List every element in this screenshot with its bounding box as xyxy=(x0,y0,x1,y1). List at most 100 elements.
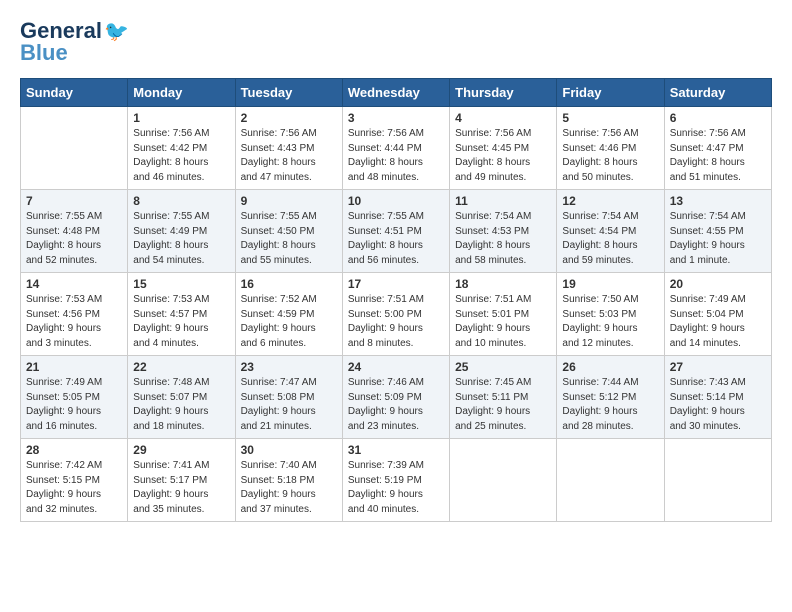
calendar-cell: 8Sunrise: 7:55 AM Sunset: 4:49 PM Daylig… xyxy=(128,190,235,273)
day-info: Sunrise: 7:44 AM Sunset: 5:12 PM Dayligh… xyxy=(562,376,658,434)
day-number: 18 xyxy=(455,277,551,291)
day-info: Sunrise: 7:50 AM Sunset: 5:03 PM Dayligh… xyxy=(562,293,658,351)
day-number: 11 xyxy=(455,194,551,208)
day-info: Sunrise: 7:56 AM Sunset: 4:46 PM Dayligh… xyxy=(562,127,658,185)
column-header-saturday: Saturday xyxy=(664,79,771,107)
day-info: Sunrise: 7:52 AM Sunset: 4:59 PM Dayligh… xyxy=(241,293,337,351)
column-header-tuesday: Tuesday xyxy=(235,79,342,107)
calendar-cell: 12 Sunrise: 7:54 AM Sunset: 4:54 PM Dayli… xyxy=(557,190,664,273)
day-number: 2 xyxy=(241,111,337,125)
column-header-wednesday: Wednesday xyxy=(342,79,449,107)
calendar-cell: 10 Sunrise: 7:55 AM Sunset: 4:51 PM Dayli… xyxy=(342,190,449,273)
day-number: 10 xyxy=(348,194,444,208)
day-info: Sunrise: 7:54 AM Sunset: 4:55 PM Dayligh… xyxy=(670,210,766,268)
day-info: Sunrise: 7:39 AM Sunset: 5:19 PM Dayligh… xyxy=(348,459,444,517)
calendar-cell: 4 Sunrise: 7:56 AM Sunset: 4:45 PM Daylig… xyxy=(450,107,557,190)
day-number: 1 xyxy=(133,111,229,125)
day-info: Sunrise: 7:51 AM Sunset: 5:01 PM Dayligh… xyxy=(455,293,551,351)
column-header-thursday: Thursday xyxy=(450,79,557,107)
calendar-cell: 5 Sunrise: 7:56 AM Sunset: 4:46 PM Daylig… xyxy=(557,107,664,190)
calendar-cell: 14 Sunrise: 7:53 AM Sunset: 4:56 PM Dayli… xyxy=(21,273,128,356)
day-info: Sunrise: 7:56 AM Sunset: 4:43 PM Dayligh… xyxy=(241,127,337,185)
day-info: Sunrise: 7:55 AM Sunset: 4:51 PM Dayligh… xyxy=(348,210,444,268)
day-info: Sunrise: 7:41 AM Sunset: 5:17 PM Dayligh… xyxy=(133,459,229,517)
day-info: Sunrise: 7:56 AM Sunset: 4:47 PM Dayligh… xyxy=(670,127,766,185)
calendar-cell: 31 Sunrise: 7:39 AM Sunset: 5:19 PM Dayli… xyxy=(342,439,449,522)
day-number: 4 xyxy=(455,111,551,125)
day-info: Sunrise: 7:55 AM Sunset: 4:50 PM Dayligh… xyxy=(241,210,337,268)
calendar-cell: 1 Sunrise: 7:56 AM Sunset: 4:42 PM Daylig… xyxy=(128,107,235,190)
day-info: Sunrise: 7:48 AM Sunset: 5:07 PM Dayligh… xyxy=(133,376,229,434)
calendar-cell: 26 Sunrise: 7:44 AM Sunset: 5:12 PM Dayli… xyxy=(557,356,664,439)
calendar-cell: 15 Sunrise: 7:53 AM Sunset: 4:57 PM Dayli… xyxy=(128,273,235,356)
day-number: 17 xyxy=(348,277,444,291)
calendar-cell: 25Sunrise: 7:45 AM Sunset: 5:11 PM Dayli… xyxy=(450,356,557,439)
header-row: SundayMondayTuesdayWednesdayThursdayFrid… xyxy=(21,79,772,107)
calendar-body: 1 Sunrise: 7:56 AM Sunset: 4:42 PM Daylig… xyxy=(21,107,772,522)
day-info: Sunrise: 7:46 AM Sunset: 5:09 PM Dayligh… xyxy=(348,376,444,434)
calendar-cell: 20 Sunrise: 7:49 AM Sunset: 5:04 PM Dayli… xyxy=(664,273,771,356)
day-number: 28 xyxy=(26,443,122,457)
calendar-cell: 21 Sunrise: 7:49 AM Sunset: 5:05 PM Dayli… xyxy=(21,356,128,439)
day-info: Sunrise: 7:49 AM Sunset: 5:04 PM Dayligh… xyxy=(670,293,766,351)
calendar-cell: 11Sunrise: 7:54 AM Sunset: 4:53 PM Dayli… xyxy=(450,190,557,273)
calendar-cell xyxy=(21,107,128,190)
day-number: 5 xyxy=(562,111,658,125)
day-info: Sunrise: 7:55 AM Sunset: 4:48 PM Dayligh… xyxy=(26,210,122,268)
calendar-cell: 22Sunrise: 7:48 AM Sunset: 5:07 PM Dayli… xyxy=(128,356,235,439)
calendar-cell: 6 Sunrise: 7:56 AM Sunset: 4:47 PM Daylig… xyxy=(664,107,771,190)
day-info: Sunrise: 7:49 AM Sunset: 5:05 PM Dayligh… xyxy=(26,376,122,434)
day-number: 3 xyxy=(348,111,444,125)
day-number: 16 xyxy=(241,277,337,291)
calendar-cell: 13 Sunrise: 7:54 AM Sunset: 4:55 PM Dayli… xyxy=(664,190,771,273)
day-number: 21 xyxy=(26,360,122,374)
calendar-cell xyxy=(664,439,771,522)
page: General 🐦 Blue SundayMondayTuesdayWednes… xyxy=(0,0,792,532)
day-info: Sunrise: 7:55 AM Sunset: 4:49 PM Dayligh… xyxy=(133,210,229,268)
day-number: 27 xyxy=(670,360,766,374)
logo-text-blue: Blue xyxy=(20,40,68,66)
calendar-cell: 9 Sunrise: 7:55 AM Sunset: 4:50 PM Daylig… xyxy=(235,190,342,273)
calendar-cell: 7Sunrise: 7:55 AM Sunset: 4:48 PM Daylig… xyxy=(21,190,128,273)
day-info: Sunrise: 7:45 AM Sunset: 5:11 PM Dayligh… xyxy=(455,376,551,434)
calendar-week-3: 14 Sunrise: 7:53 AM Sunset: 4:56 PM Dayli… xyxy=(21,273,772,356)
day-number: 23 xyxy=(241,360,337,374)
day-number: 20 xyxy=(670,277,766,291)
day-number: 29 xyxy=(133,443,229,457)
day-number: 14 xyxy=(26,277,122,291)
calendar-cell: 23Sunrise: 7:47 AM Sunset: 5:08 PM Dayli… xyxy=(235,356,342,439)
calendar-cell: 19 Sunrise: 7:50 AM Sunset: 5:03 PM Dayli… xyxy=(557,273,664,356)
calendar-table: SundayMondayTuesdayWednesdayThursdayFrid… xyxy=(20,78,772,522)
calendar-cell: 28 Sunrise: 7:42 AM Sunset: 5:15 PM Dayli… xyxy=(21,439,128,522)
day-info: Sunrise: 7:51 AM Sunset: 5:00 PM Dayligh… xyxy=(348,293,444,351)
calendar-week-5: 28 Sunrise: 7:42 AM Sunset: 5:15 PM Dayli… xyxy=(21,439,772,522)
day-number: 9 xyxy=(241,194,337,208)
calendar-header: SundayMondayTuesdayWednesdayThursdayFrid… xyxy=(21,79,772,107)
day-info: Sunrise: 7:53 AM Sunset: 4:57 PM Dayligh… xyxy=(133,293,229,351)
column-header-friday: Friday xyxy=(557,79,664,107)
day-info: Sunrise: 7:43 AM Sunset: 5:14 PM Dayligh… xyxy=(670,376,766,434)
day-info: Sunrise: 7:54 AM Sunset: 4:54 PM Dayligh… xyxy=(562,210,658,268)
day-number: 19 xyxy=(562,277,658,291)
day-number: 15 xyxy=(133,277,229,291)
calendar-cell: 27 Sunrise: 7:43 AM Sunset: 5:14 PM Dayli… xyxy=(664,356,771,439)
calendar-week-4: 21 Sunrise: 7:49 AM Sunset: 5:05 PM Dayli… xyxy=(21,356,772,439)
day-number: 30 xyxy=(241,443,337,457)
calendar-cell xyxy=(557,439,664,522)
calendar-cell: 29 Sunrise: 7:41 AM Sunset: 5:17 PM Dayli… xyxy=(128,439,235,522)
logo-bird-icon: 🐦 xyxy=(104,19,129,44)
logo: General 🐦 Blue xyxy=(20,18,129,66)
day-number: 13 xyxy=(670,194,766,208)
day-info: Sunrise: 7:53 AM Sunset: 4:56 PM Dayligh… xyxy=(26,293,122,351)
day-number: 26 xyxy=(562,360,658,374)
day-info: Sunrise: 7:56 AM Sunset: 4:42 PM Dayligh… xyxy=(133,127,229,185)
day-number: 31 xyxy=(348,443,444,457)
calendar-cell: 17 Sunrise: 7:51 AM Sunset: 5:00 PM Dayli… xyxy=(342,273,449,356)
day-info: Sunrise: 7:56 AM Sunset: 4:45 PM Dayligh… xyxy=(455,127,551,185)
calendar-cell xyxy=(450,439,557,522)
day-info: Sunrise: 7:42 AM Sunset: 5:15 PM Dayligh… xyxy=(26,459,122,517)
day-number: 6 xyxy=(670,111,766,125)
day-number: 12 xyxy=(562,194,658,208)
calendar-cell: 2 Sunrise: 7:56 AM Sunset: 4:43 PM Daylig… xyxy=(235,107,342,190)
day-info: Sunrise: 7:56 AM Sunset: 4:44 PM Dayligh… xyxy=(348,127,444,185)
